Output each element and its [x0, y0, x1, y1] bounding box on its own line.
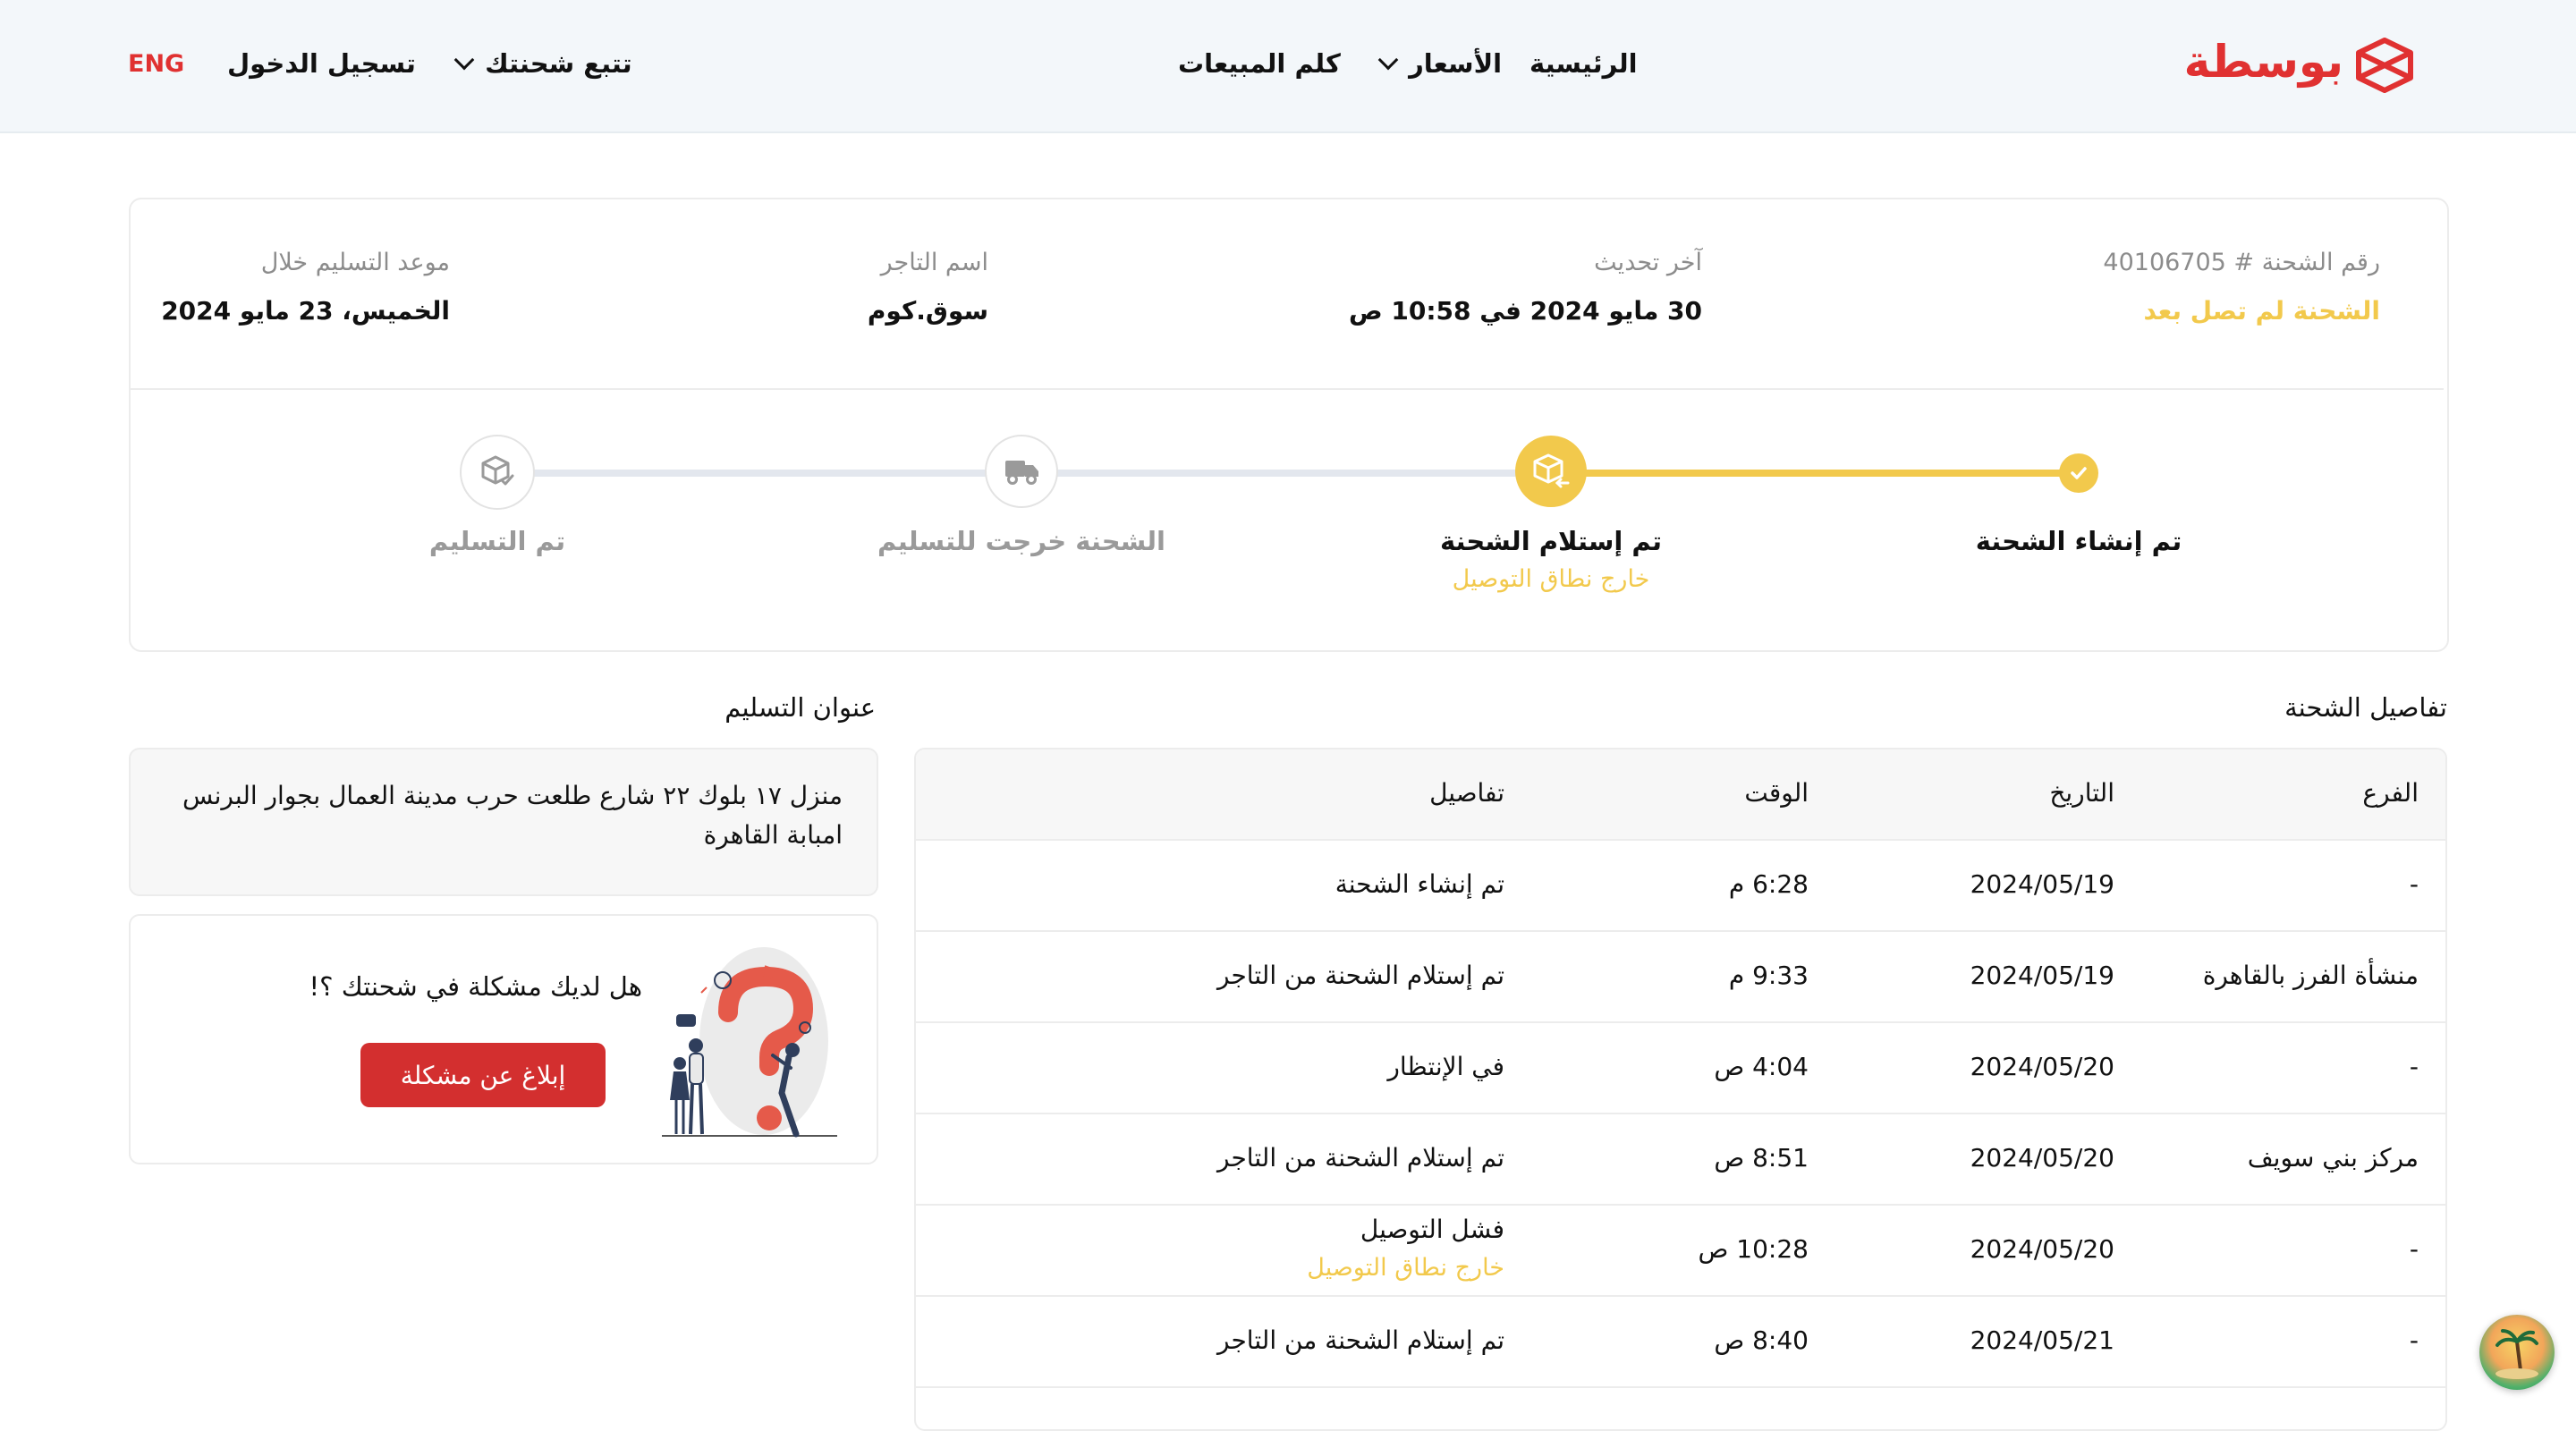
delivery-truck-icon: [1005, 461, 1038, 485]
cell-date: 2024/05/19: [1970, 869, 2114, 899]
cell-time: 8:51 ص: [1714, 1143, 1809, 1173]
check-icon: [2071, 467, 2087, 479]
col-branch: الفرع: [2362, 778, 2419, 808]
step-created: تم إنشاء الشحنة: [1900, 526, 2258, 556]
cell-details: تم إستلام الشحنة من التاجر: [1217, 961, 1504, 990]
merchant-value: سوق.كوم: [867, 296, 988, 326]
step-delivered-marker: [460, 435, 535, 510]
package-check-icon: [481, 455, 514, 486]
cell-time: 4:04 ص: [1714, 1052, 1809, 1081]
language-switch[interactable]: ENG: [128, 50, 184, 78]
step-delivered: تم التسليم: [318, 526, 676, 556]
shipment-summary-card: [129, 198, 2449, 652]
cell-branch: مركز بني سويف: [2247, 1143, 2419, 1173]
logo-text: بوسطة: [2183, 36, 2343, 88]
step-label: تم إنشاء الشحنة: [1975, 526, 2182, 556]
chevron-down-icon: [453, 49, 475, 71]
report-problem-card: هل لديك مشكلة في شحنتك ؟! إبلاغ عن مشكلة: [129, 914, 878, 1164]
col-date: التاريخ: [2049, 778, 2114, 808]
cell-details: تم إستلام الشحنة من التاجر: [1217, 1325, 1504, 1355]
table-row: مركز بني سويف 2024/05/20 8:51 ص تم إستلا…: [916, 1114, 2445, 1206]
cell-date: 2024/05/20: [1970, 1234, 2114, 1264]
cell-details: في الإنتظار: [1387, 1052, 1504, 1081]
nav-track-label: تتبع شحنتك: [485, 48, 632, 79]
cell-details: فشل التوصيل: [1360, 1215, 1504, 1244]
shipment-number-block: رقم الشحنة # 40106705 الشحنة لم تصل بعد: [2103, 249, 2380, 326]
col-details: تفاصيل: [1429, 778, 1504, 808]
cell-details: تم إستلام الشحنة من التاجر: [1217, 1143, 1504, 1173]
last-update-value: 30 مايو 2024 في 10:58 ص: [1348, 296, 1702, 326]
table-row: - 2024/05/20 4:04 ص في الإنتظار: [916, 1023, 2445, 1114]
merchant-label: اسم التاجر: [880, 249, 988, 276]
step-created-marker: [2059, 453, 2098, 493]
merchant-block: اسم التاجر سوق.كوم: [868, 249, 988, 326]
report-problem-button[interactable]: إبلاغ عن مشكلة: [360, 1043, 606, 1107]
last-update-label: آخر تحديث: [1594, 249, 1702, 276]
address-line-1: منزل ١٧ بلوك ٢٢ شارع طلعت حرب مدينة العم…: [182, 781, 843, 810]
step-out-for-delivery: الشحنة خرجت للتسليم: [843, 526, 1200, 556]
problem-question: هل لديك مشكلة في شحنتك ؟!: [309, 971, 643, 1002]
cell-branch: -: [2409, 1234, 2419, 1264]
step-received-marker: [1515, 436, 1587, 507]
cell-details: تم إنشاء الشحنة: [1335, 869, 1504, 899]
nav-track-shipment[interactable]: تتبع شحنتك: [453, 48, 632, 79]
cell-date: 2024/05/19: [1970, 961, 2114, 990]
step-label: الشحنة خرجت للتسليم: [877, 526, 1165, 556]
col-time: الوقت: [1744, 778, 1809, 808]
delivery-address-title: عنوان التسليم: [724, 692, 876, 723]
cell-date: 2024/05/20: [1970, 1143, 2114, 1173]
card-divider: [131, 388, 2444, 390]
chevron-down-icon: [1377, 49, 1399, 71]
step-out-marker: [985, 435, 1058, 508]
shipment-number-label: رقم الشحنة # 40106705: [2103, 249, 2380, 276]
cell-details-sub: خارج نطاق التوصيل: [1307, 1254, 1504, 1282]
delivery-address-box: منزل ١٧ بلوك ٢٢ شارع طلعت حرب مدينة العم…: [129, 748, 878, 896]
shipment-details-title: تفاصيل الشحنة: [2284, 692, 2447, 723]
cell-branch: منشأة الفرز بالقاهرة: [2202, 961, 2419, 990]
cell-date: 2024/05/20: [1970, 1052, 2114, 1081]
shipment-details-table: الفرع التاريخ الوقت تفاصيل - 2024/05/19 …: [914, 748, 2447, 1431]
delivery-date-label: موعد التسليم خلال: [260, 249, 450, 276]
cell-branch: -: [2409, 869, 2419, 899]
shipment-status: الشحنة لم تصل بعد: [2143, 296, 2381, 326]
step-label: تم إستلام الشحنة: [1439, 526, 1663, 556]
address-line-2: امبابة القاهرة: [703, 820, 843, 850]
cell-time: 6:28 م: [1728, 869, 1809, 899]
step-label: تم التسليم: [428, 526, 566, 556]
nav-prices-label: الأسعار: [1409, 48, 1503, 79]
cell-time: 8:40 ص: [1714, 1325, 1809, 1355]
package-receive-icon: [1533, 453, 1570, 488]
cell-date: 2024/05/21: [1970, 1325, 2114, 1355]
nav-talk-sales[interactable]: كلم المبيعات: [1178, 48, 1341, 79]
table-header: الفرع التاريخ الوقت تفاصيل: [916, 749, 2445, 841]
box-logo-icon: [2356, 38, 2413, 93]
last-update-block: آخر تحديث 30 مايو 2024 في 10:58 ص: [1349, 249, 1702, 326]
nav-login[interactable]: تسجيل الدخول: [227, 48, 416, 79]
table-row: - 2024/05/20 10:28 ص فشل التوصيل خارج نط…: [916, 1206, 2445, 1297]
cell-time: 9:33 م: [1728, 961, 1809, 990]
table-row: منشأة الفرز بالقاهرة 2024/05/19 9:33 م ت…: [916, 932, 2445, 1023]
delivery-date-block: موعد التسليم خلال الخميس، 23 مايو 2024: [161, 249, 450, 326]
step-sub-label: خارج نطاق التوصيل: [1452, 565, 1650, 593]
delivery-date-value: الخميس، 23 مايو 2024: [161, 296, 450, 326]
table-row: - 2024/05/19 6:28 م تم إنشاء الشحنة: [916, 841, 2445, 932]
cell-branch: -: [2409, 1052, 2419, 1081]
cell-branch: -: [2409, 1325, 2419, 1355]
chat-avatar-button[interactable]: [2479, 1315, 2555, 1390]
brand-logo[interactable]: بوسطة: [2184, 34, 2415, 97]
nav-home[interactable]: الرئيسية: [1530, 48, 1638, 79]
cell-time: 10:28 ص: [1698, 1234, 1809, 1264]
question-people-illustration: [662, 947, 837, 1138]
palm-tree-icon: [2496, 1329, 2538, 1379]
nav-prices[interactable]: الأسعار: [1377, 48, 1502, 79]
progress-fill: [1557, 470, 2079, 477]
step-received: تم إستلام الشحنة خارج نطاق التوصيل: [1372, 526, 1730, 593]
table-row: - 2024/05/21 8:40 ص تم إستلام الشحنة من …: [916, 1297, 2445, 1388]
